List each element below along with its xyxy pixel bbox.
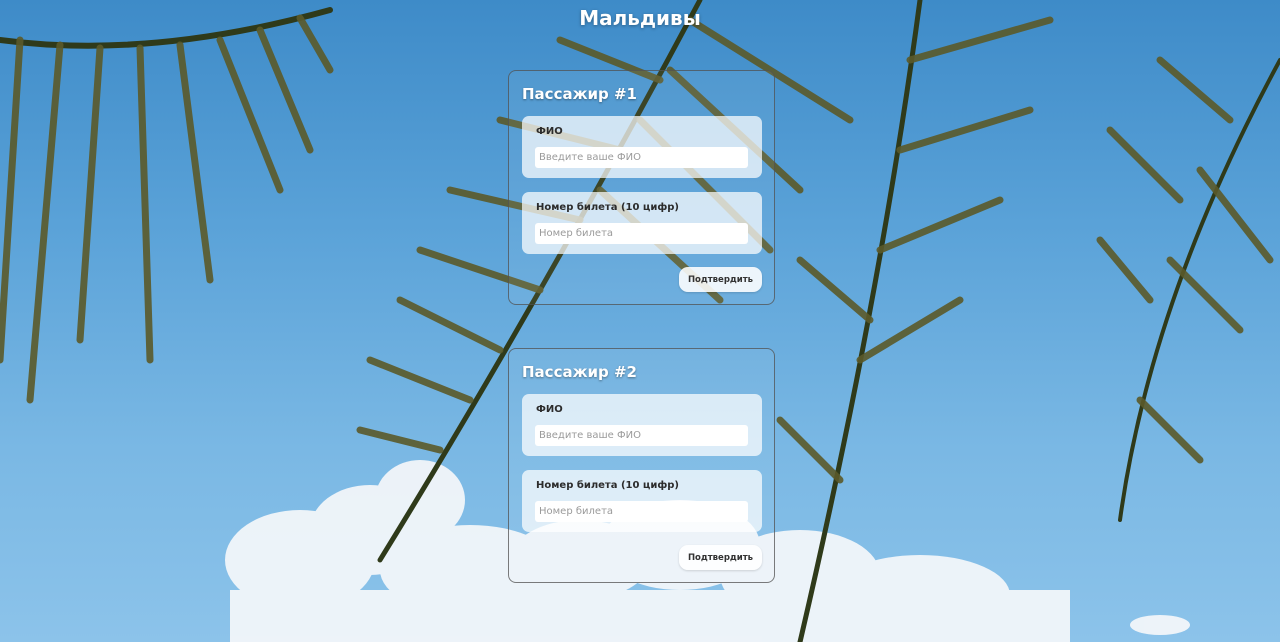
ticket-number-field-group: Номер билета (10 цифр): [522, 192, 762, 254]
confirm-button[interactable]: Подтвердить: [679, 545, 762, 570]
ticket-number-field-group: Номер билета (10 цифр): [522, 470, 762, 532]
full-name-input[interactable]: [535, 425, 748, 446]
full-name-label: ФИО: [536, 404, 563, 415]
full-name-input[interactable]: [535, 147, 748, 168]
ticket-number-label: Номер билета (10 цифр): [536, 202, 679, 213]
full-name-field-group: ФИО: [522, 394, 762, 456]
full-name-field-group: ФИО: [522, 116, 762, 178]
confirm-button[interactable]: Подтвердить: [679, 267, 762, 292]
page-title: Мальдивы: [579, 6, 701, 30]
passenger-card-2: Пассажир #2 ФИО Номер билета (10 цифр) П…: [508, 348, 775, 583]
ticket-number-input[interactable]: [535, 223, 748, 244]
passenger-title: Пассажир #2: [522, 363, 637, 381]
passenger-title: Пассажир #1: [522, 85, 637, 103]
ticket-number-label: Номер билета (10 цифр): [536, 480, 679, 491]
full-name-label: ФИО: [536, 126, 563, 137]
ticket-number-input[interactable]: [535, 501, 748, 522]
passenger-card-1: Пассажир #1 ФИО Номер билета (10 цифр) П…: [508, 70, 775, 305]
